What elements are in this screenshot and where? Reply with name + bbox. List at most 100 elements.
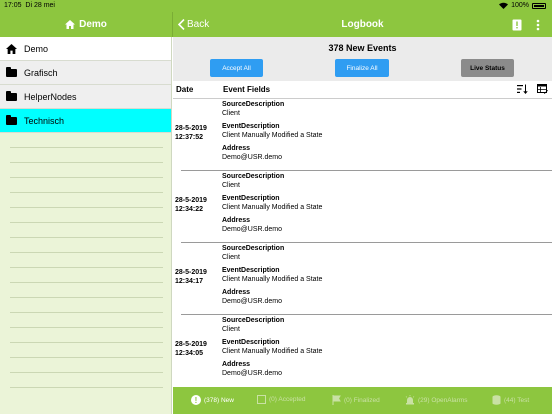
event-datetime: 28-5-2019 12:34:17	[175, 268, 207, 286]
event-fields: SourceDescription Client EventDescriptio…	[222, 101, 322, 162]
sidebar-empty-row	[10, 163, 163, 178]
sidebar-item-technisch[interactable]: Technisch	[0, 109, 171, 133]
sidebar-item-label: Grafisch	[24, 67, 58, 78]
field-value-address: Demo@USR.demo	[222, 369, 283, 377]
alert-icon: !	[191, 395, 201, 405]
field-label-event: EventDescription	[222, 123, 280, 130]
event-row[interactable]: 28-5-2019 12:34:22 SourceDescription Cli…	[175, 171, 552, 243]
field-value-address: Demo@USR.demo	[222, 225, 283, 233]
tab-openalarms[interactable]: (29) OpenAlarms	[405, 395, 468, 405]
field-value-source: Client	[222, 181, 240, 189]
more-vertical-icon[interactable]	[536, 19, 540, 31]
accept-all-button[interactable]: Accept All	[210, 59, 263, 77]
field-value-event: Client Manually Modified a State	[222, 275, 323, 283]
sidebar-empty-row	[10, 343, 163, 358]
master-title-label: Demo	[79, 19, 107, 30]
master-title: Demo	[0, 12, 172, 37]
folder-icon	[6, 90, 17, 101]
event-time: 12:34:05	[175, 350, 204, 357]
sidebar-item-demo[interactable]: Demo	[0, 37, 171, 61]
flag-icon	[332, 395, 341, 405]
event-date: 28-5-2019	[175, 341, 207, 348]
field-label-address: Address	[222, 145, 251, 152]
page-title: Logbook	[341, 19, 384, 30]
tab-finalized[interactable]: (0) Finalized	[332, 395, 380, 405]
tab-test[interactable]: (44) Test	[492, 395, 529, 405]
status-right: 100%	[499, 2, 546, 9]
sidebar-empty-row	[10, 223, 163, 238]
home-icon	[65, 20, 76, 29]
event-datetime: 28-5-2019 12:37:52	[175, 124, 207, 142]
tab-bar: ! (378) New (0) Accepted (0) Finalized (…	[173, 387, 552, 414]
sidebar-empty-row	[10, 358, 163, 373]
sidebar-empty-row	[10, 373, 163, 388]
column-header-date[interactable]: Date	[176, 85, 193, 94]
tab-label: (378) New	[204, 396, 234, 404]
tab-new[interactable]: ! (378) New	[191, 395, 234, 405]
live-status-button[interactable]: Live Status	[461, 59, 514, 77]
battery-percent: 100%	[511, 2, 529, 9]
tab-label: (0) Accepted	[269, 396, 306, 403]
tab-accepted[interactable]: (0) Accepted	[257, 395, 306, 404]
event-datetime: 28-5-2019 12:34:22	[175, 196, 207, 214]
event-date: 28-5-2019	[175, 197, 207, 204]
home-icon	[6, 43, 17, 54]
event-row[interactable]: 28-5-2019 12:34:05 SourceDescription Cli…	[175, 315, 552, 387]
tab-label: (0) Finalized	[344, 396, 380, 404]
sidebar-empty-row	[10, 298, 163, 313]
column-header-event-fields: Event Fields	[223, 85, 271, 94]
folder-icon	[6, 66, 17, 77]
sidebar-item-label: HelperNodes	[24, 91, 77, 102]
event-datetime: 28-5-2019 12:34:05	[175, 340, 207, 358]
field-value-source: Client	[222, 109, 240, 117]
event-time: 12:37:52	[175, 134, 204, 141]
document-alert-icon[interactable]	[512, 19, 522, 31]
sidebar-item-label: Technisch	[24, 115, 65, 126]
event-date: 28-5-2019	[175, 125, 207, 132]
field-label-event: EventDescription	[222, 339, 280, 346]
sidebar-item-helpernodes[interactable]: HelperNodes	[0, 85, 171, 109]
alarm-icon	[405, 395, 415, 405]
sidebar-empty-row	[10, 133, 163, 148]
sidebar-empty-row	[10, 328, 163, 343]
table-header: Date Event Fields	[173, 81, 552, 99]
tab-label: (44) Test	[504, 396, 530, 404]
sidebar-item-label: Demo	[24, 43, 49, 54]
status-bar: 17:05 Di 28 mei 100%	[0, 0, 552, 12]
sort-icon[interactable]	[517, 84, 528, 94]
tab-label: (29) OpenAlarms	[418, 396, 468, 404]
checkbox-icon	[257, 395, 266, 404]
field-value-event: Client Manually Modified a State	[222, 203, 323, 211]
folder-icon	[6, 114, 17, 125]
navigation-bar: Demo Back Logbook	[0, 12, 552, 37]
field-value-source: Client	[222, 253, 240, 261]
sidebar-empty-row	[10, 253, 163, 268]
battery-icon	[532, 2, 546, 9]
sidebar-empty-row	[10, 208, 163, 223]
field-label-source: SourceDescription	[222, 245, 285, 252]
event-fields: SourceDescription Client EventDescriptio…	[222, 173, 322, 234]
sidebar-empty-row	[10, 178, 163, 193]
field-value-source: Client	[222, 325, 240, 333]
sidebar-empty-row	[10, 283, 163, 298]
event-row[interactable]: 28-5-2019 12:37:52 SourceDescription Cli…	[175, 99, 552, 171]
sidebar-item-grafisch[interactable]: Grafisch	[0, 61, 171, 85]
field-label-source: SourceDescription	[222, 101, 285, 108]
event-time: 12:34:17	[175, 278, 204, 285]
finalize-all-button[interactable]: Finalize All	[335, 59, 389, 77]
status-time: 17:05 Di 28 mei	[4, 2, 55, 9]
field-label-source: SourceDescription	[222, 173, 285, 180]
field-label-source: SourceDescription	[222, 317, 285, 324]
field-value-event: Client Manually Modified a State	[222, 131, 323, 139]
field-value-event: Client Manually Modified a State	[222, 347, 323, 355]
field-label-event: EventDescription	[222, 195, 280, 202]
logbook-pane: 378 New Events Accept All Finalize All L…	[173, 37, 552, 414]
sidebar-empty-row	[10, 193, 163, 208]
field-value-address: Demo@USR.demo	[222, 153, 283, 161]
event-time: 12:34:22	[175, 206, 204, 213]
field-label-address: Address	[222, 361, 251, 368]
event-row[interactable]: 28-5-2019 12:34:17 SourceDescription Cli…	[175, 243, 552, 315]
event-list: 28-5-2019 12:37:52 SourceDescription Cli…	[173, 99, 552, 387]
field-label-address: Address	[222, 217, 251, 224]
table-edit-icon[interactable]	[537, 84, 548, 94]
